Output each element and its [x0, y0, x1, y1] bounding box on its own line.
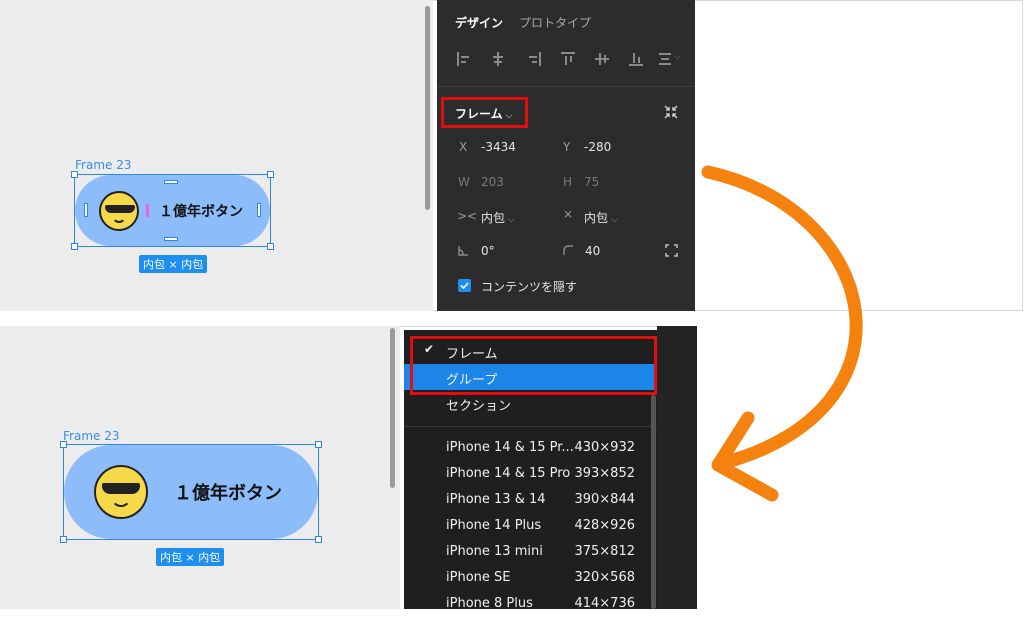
- h-label: H: [563, 175, 573, 189]
- clip-content-label: コンテンツを隠す: [481, 280, 578, 294]
- canvas-scrollbar[interactable]: [390, 328, 395, 488]
- frame-type-label: フレーム: [455, 107, 503, 121]
- menu-item-preset[interactable]: iPhone 13 & 14 390×844: [404, 487, 657, 513]
- x-label: X: [459, 140, 468, 154]
- menu-item-preset[interactable]: iPhone 14 & 15 Pr... 430×932: [404, 435, 657, 461]
- menu-scrollbar[interactable]: [651, 395, 656, 609]
- preset-name: iPhone 14 Plus: [446, 518, 542, 533]
- preset-name: iPhone 14 & 15 Pro: [446, 466, 571, 481]
- padding-right-handle[interactable]: [257, 203, 261, 217]
- align-left-icon[interactable]: [457, 52, 471, 66]
- menu-item-preset[interactable]: iPhone 8 Plus 414×736: [404, 591, 657, 617]
- preset-size: 430×932: [574, 440, 635, 455]
- highlight-frame-group-items: [410, 336, 657, 395]
- horizontal-resizing-value: 内包: [481, 211, 506, 225]
- menu-item-preset[interactable]: iPhone SE 320×568: [404, 565, 657, 591]
- frame-type-dropdown[interactable]: フレーム ⌵: [455, 105, 512, 122]
- align-bottom-icon[interactable]: [629, 52, 643, 66]
- align-middle-v-icon[interactable]: [595, 52, 609, 66]
- preset-name: iPhone 13 & 14: [446, 492, 546, 507]
- tab-prototype[interactable]: プロトタイプ: [519, 14, 591, 31]
- preset-name: iPhone SE: [446, 570, 511, 585]
- top-canvas[interactable]: Frame 23 １億年ボタン 内包 × 内包: [0, 0, 433, 311]
- resize-handle-br[interactable]: [267, 243, 274, 250]
- resize-handle-tl[interactable]: [71, 171, 78, 178]
- vertical-resizing-dropdown[interactable]: 内包 ⌵: [584, 209, 618, 226]
- sunglasses-face-icon: [99, 190, 139, 231]
- y-label: Y: [563, 140, 571, 154]
- button-label: １億年ボタン: [159, 203, 243, 220]
- align-top-icon[interactable]: [561, 52, 575, 66]
- preset-size: 390×844: [574, 492, 635, 507]
- preset-size: 393×852: [574, 466, 635, 481]
- menu-item-preset[interactable]: iPhone 14 & 15 Pro 393×852: [404, 461, 657, 487]
- corner-radius-icon: [563, 245, 574, 256]
- rotation-input[interactable]: 0°: [481, 244, 495, 258]
- pill-button[interactable]: １億年ボタン: [75, 175, 270, 246]
- chevron-down-icon: ⌵: [611, 215, 618, 225]
- size-badge: 内包 × 内包: [139, 255, 208, 273]
- w-label: W: [458, 175, 470, 189]
- preset-size: 428×926: [574, 518, 635, 533]
- menu-item-preset[interactable]: iPhone 14 Plus 428×926: [404, 513, 657, 539]
- corner-radius-input[interactable]: 40: [585, 244, 600, 258]
- resize-handle-tr[interactable]: [315, 441, 322, 448]
- sunglasses-face-icon: [94, 465, 148, 519]
- clip-content-checkbox[interactable]: [458, 279, 471, 292]
- bottom-canvas[interactable]: Frame 23 １億年ボタン 内包 × 内包: [0, 326, 400, 609]
- chevron-down-icon: ⌵: [508, 215, 515, 225]
- vertical-resize-icon: ⨯: [563, 207, 574, 221]
- menu-divider: [404, 426, 657, 427]
- w-input[interactable]: 203: [481, 175, 504, 189]
- resize-handle-bl[interactable]: [60, 536, 67, 543]
- frame-label[interactable]: Frame 23: [63, 429, 119, 443]
- h-input[interactable]: 75: [584, 175, 599, 189]
- resize-handle-bl[interactable]: [71, 243, 78, 250]
- menu-item-preset[interactable]: iPhone 13 mini 375×812: [404, 539, 657, 565]
- padding-top-handle[interactable]: [164, 180, 178, 184]
- y-input[interactable]: -280: [584, 140, 611, 154]
- size-badge: 内包 × 内包: [156, 548, 225, 566]
- panel-divider: [437, 86, 695, 87]
- preset-name: iPhone 13 mini: [446, 544, 543, 559]
- tab-design[interactable]: デザイン: [455, 14, 503, 31]
- preset-size: 375×812: [574, 544, 635, 559]
- align-right-icon[interactable]: [527, 52, 541, 66]
- distribute-menu-icon[interactable]: ⌵: [659, 52, 685, 66]
- padding-left-handle[interactable]: [84, 203, 88, 217]
- resize-handle-tl[interactable]: [60, 441, 67, 448]
- rotation-icon: [458, 245, 469, 256]
- vertical-resizing-value: 内包: [584, 211, 609, 225]
- gap-marker: [146, 204, 149, 217]
- horizontal-resize-icon: ><: [457, 209, 478, 223]
- frame-label[interactable]: Frame 23: [75, 158, 131, 172]
- padding-bottom-handle[interactable]: [164, 237, 178, 241]
- chevron-down-icon: ⌵: [505, 111, 513, 121]
- canvas-scrollbar[interactable]: [425, 6, 430, 210]
- horizontal-resizing-dropdown[interactable]: 内包 ⌵: [481, 209, 515, 226]
- chevron-down-icon: ⌵: [674, 52, 681, 62]
- menu-item-label: セクション: [446, 399, 512, 414]
- x-input[interactable]: -3434: [481, 140, 516, 154]
- resize-handle-br[interactable]: [315, 536, 322, 543]
- align-center-h-icon[interactable]: [491, 52, 505, 66]
- design-panel: デザイン プロトタイプ ⌵ フレーム ⌵ X -3434 Y -280 W 20…: [437, 0, 695, 311]
- button-label: １億年ボタン: [174, 483, 282, 504]
- independent-corners-icon[interactable]: [665, 244, 678, 257]
- collapse-icon[interactable]: [663, 104, 679, 120]
- pill-button[interactable]: １億年ボタン: [64, 445, 318, 539]
- resize-handle-tr[interactable]: [267, 171, 274, 178]
- curved-arrow-icon: [701, 165, 863, 502]
- preset-name: iPhone 14 & 15 Pr...: [446, 440, 574, 455]
- preset-size: 320×568: [574, 570, 635, 585]
